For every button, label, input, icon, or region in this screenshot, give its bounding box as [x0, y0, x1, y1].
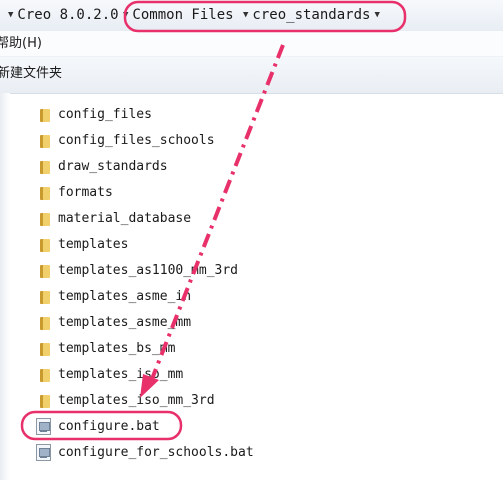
breadcrumb-item-creo-standards[interactable]: ▼ creo_standards ▼: [243, 0, 380, 31]
file-name: templates_bs_mm: [58, 341, 176, 356]
menu-help[interactable]: 帮助(H): [0, 31, 42, 56]
folder-icon: [40, 317, 50, 330]
chevron-down-icon[interactable]: ▼: [8, 10, 13, 20]
folder-icon: [40, 161, 50, 174]
folder-icon: [40, 109, 50, 122]
chevron-down-icon[interactable]: ▼: [374, 10, 379, 20]
batch-file-icon: [36, 444, 51, 461]
chevron-down-icon[interactable]: ▼: [123, 10, 128, 20]
file-name: configure.bat: [58, 419, 160, 434]
folder-icon: [40, 395, 50, 408]
file-name: templates_iso_mm_3rd: [58, 393, 215, 408]
file-name: templates_asme_mm: [58, 315, 192, 330]
file-name: draw_standards: [58, 159, 168, 174]
folder-icon: [40, 265, 50, 278]
chevron-right-icon[interactable]: ▼: [243, 10, 248, 20]
new-folder-button[interactable]: 新建文件夹: [0, 57, 62, 91]
menu-bar: 帮助(H): [0, 31, 503, 57]
file-name: material_database: [58, 211, 192, 226]
breadcrumb: ▼ Creo 8.0.2.0 ▼ Common Files ▼ creo_standa…: [0, 0, 503, 32]
toolbar: 新建文件夹: [0, 57, 503, 94]
breadcrumb-item-common-files[interactable]: ▼ Common Files: [123, 0, 234, 31]
file-name: templates: [58, 237, 129, 252]
file-name: templates_as1100_mm_3rd: [58, 263, 239, 278]
folder-icon: [40, 291, 50, 304]
file-name: config_files: [58, 107, 152, 122]
breadcrumb-item-creo[interactable]: ▼ Creo 8.0.2.0: [8, 0, 119, 31]
file-name: templates_iso_mm: [58, 367, 184, 382]
file-name: config_files_schools: [58, 133, 215, 148]
folder-icon: [40, 369, 50, 382]
batch-file-icon: [36, 418, 51, 435]
file-name: templates_asme_in: [58, 289, 192, 304]
folder-icon: [40, 213, 50, 226]
file-list: config_files config_files_schools draw_s…: [0, 93, 503, 480]
file-name: formats: [58, 185, 113, 200]
folder-icon: [40, 239, 50, 252]
file-name: configure_for_schools.bat: [58, 445, 254, 460]
folder-icon: [40, 343, 50, 356]
folder-icon: [40, 187, 50, 200]
folder-icon: [40, 135, 50, 148]
